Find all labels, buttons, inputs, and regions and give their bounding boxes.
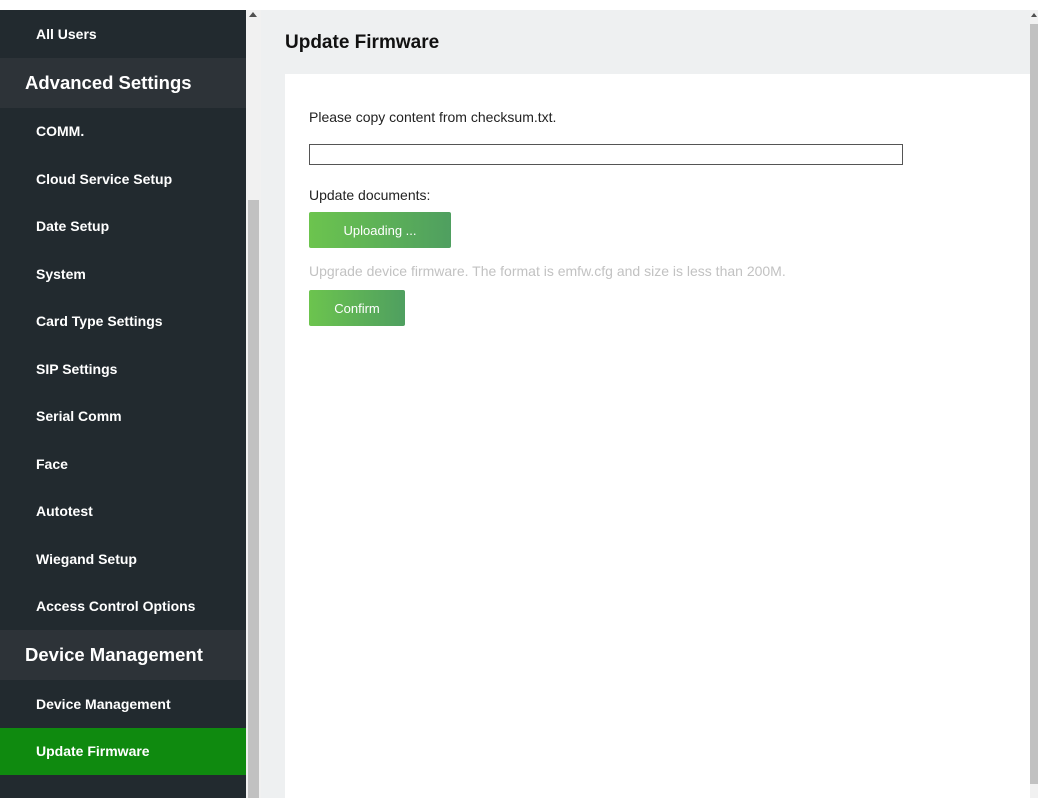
format-note: Upgrade device firmware. The format is e…	[309, 263, 786, 279]
sidebar-item-label: System	[36, 265, 86, 282]
sidebar-item-label: Update Firmware	[36, 743, 150, 760]
sidebar-item-cloud-service-setup[interactable]: Cloud Service Setup	[0, 155, 246, 203]
sidebar-item-label: Cloud Service Setup	[36, 170, 173, 187]
sidebar-group-label: Advanced Settings	[25, 71, 192, 93]
sidebar-item-label: Access Control Options	[36, 598, 196, 615]
sidebar-item-sip-settings[interactable]: SIP Settings	[0, 345, 246, 393]
sidebar-item-label: COMM.	[36, 123, 85, 140]
sidebar-item-label: SIP Settings	[36, 360, 118, 377]
app-root: All Users Advanced Settings COMM. Cloud …	[0, 0, 1038, 798]
sidebar-item-system[interactable]: System	[0, 250, 246, 298]
sidebar-scrollbar[interactable]	[246, 10, 261, 798]
sidebar-item-wiegand-setup[interactable]: Wiegand Setup	[0, 535, 246, 583]
sidebar-item-autotest[interactable]: Autotest	[0, 488, 246, 536]
sidebar-item-label: Serial Comm	[36, 408, 122, 425]
main-content: Update Firmware Please copy content from…	[261, 10, 1030, 798]
checksum-input[interactable]	[309, 144, 903, 165]
sidebar-item-all-users[interactable]: All Users	[0, 10, 246, 58]
checksum-hint: Please copy content from checksum.txt.	[309, 109, 557, 125]
firmware-panel: Please copy content from checksum.txt. U…	[285, 74, 1030, 798]
sidebar-group-device-management[interactable]: Device Management	[0, 630, 246, 680]
upload-button[interactable]: Uploading ...	[309, 212, 451, 248]
update-documents-label: Update documents:	[309, 187, 431, 203]
sidebar-item-label: Autotest	[36, 503, 93, 520]
sidebar-item-date-setup[interactable]: Date Setup	[0, 203, 246, 251]
sidebar-item-card-type-settings[interactable]: Card Type Settings	[0, 298, 246, 346]
sidebar-item-label: Device Management	[36, 695, 171, 712]
scroll-up-arrow-icon[interactable]	[1031, 13, 1037, 17]
sidebar-item-face[interactable]: Face	[0, 440, 246, 488]
page-scrollbar[interactable]	[1030, 10, 1038, 798]
sidebar-item-label: Card Type Settings	[36, 313, 163, 330]
sidebar-item-label: Face	[36, 455, 68, 472]
sidebar-item-serial-comm[interactable]: Serial Comm	[0, 393, 246, 441]
sidebar-item-update-firmware[interactable]: Update Firmware	[0, 727, 246, 775]
confirm-button[interactable]: Confirm	[309, 290, 405, 326]
sidebar-item-comm[interactable]: COMM.	[0, 108, 246, 156]
sidebar-item-label: Date Setup	[36, 218, 110, 235]
sidebar-item-label: Wiegand Setup	[36, 550, 137, 567]
sidebar-item-label: All Users	[36, 25, 97, 42]
sidebar-group-label: Device Management	[25, 644, 203, 665]
sidebar-item-access-control-options[interactable]: Access Control Options	[0, 583, 246, 631]
sidebar-nav: All Users Advanced Settings COMM. Cloud …	[0, 10, 246, 798]
sidebar-item-device-management[interactable]: Device Management	[0, 680, 246, 728]
page-scrollbar-thumb[interactable]	[1030, 24, 1038, 784]
scroll-up-arrow-icon[interactable]	[249, 12, 257, 17]
page-title: Update Firmware	[285, 32, 440, 53]
sidebar-group-advanced-settings[interactable]: Advanced Settings	[0, 57, 246, 108]
sidebar-scrollbar-thumb[interactable]	[248, 200, 259, 798]
